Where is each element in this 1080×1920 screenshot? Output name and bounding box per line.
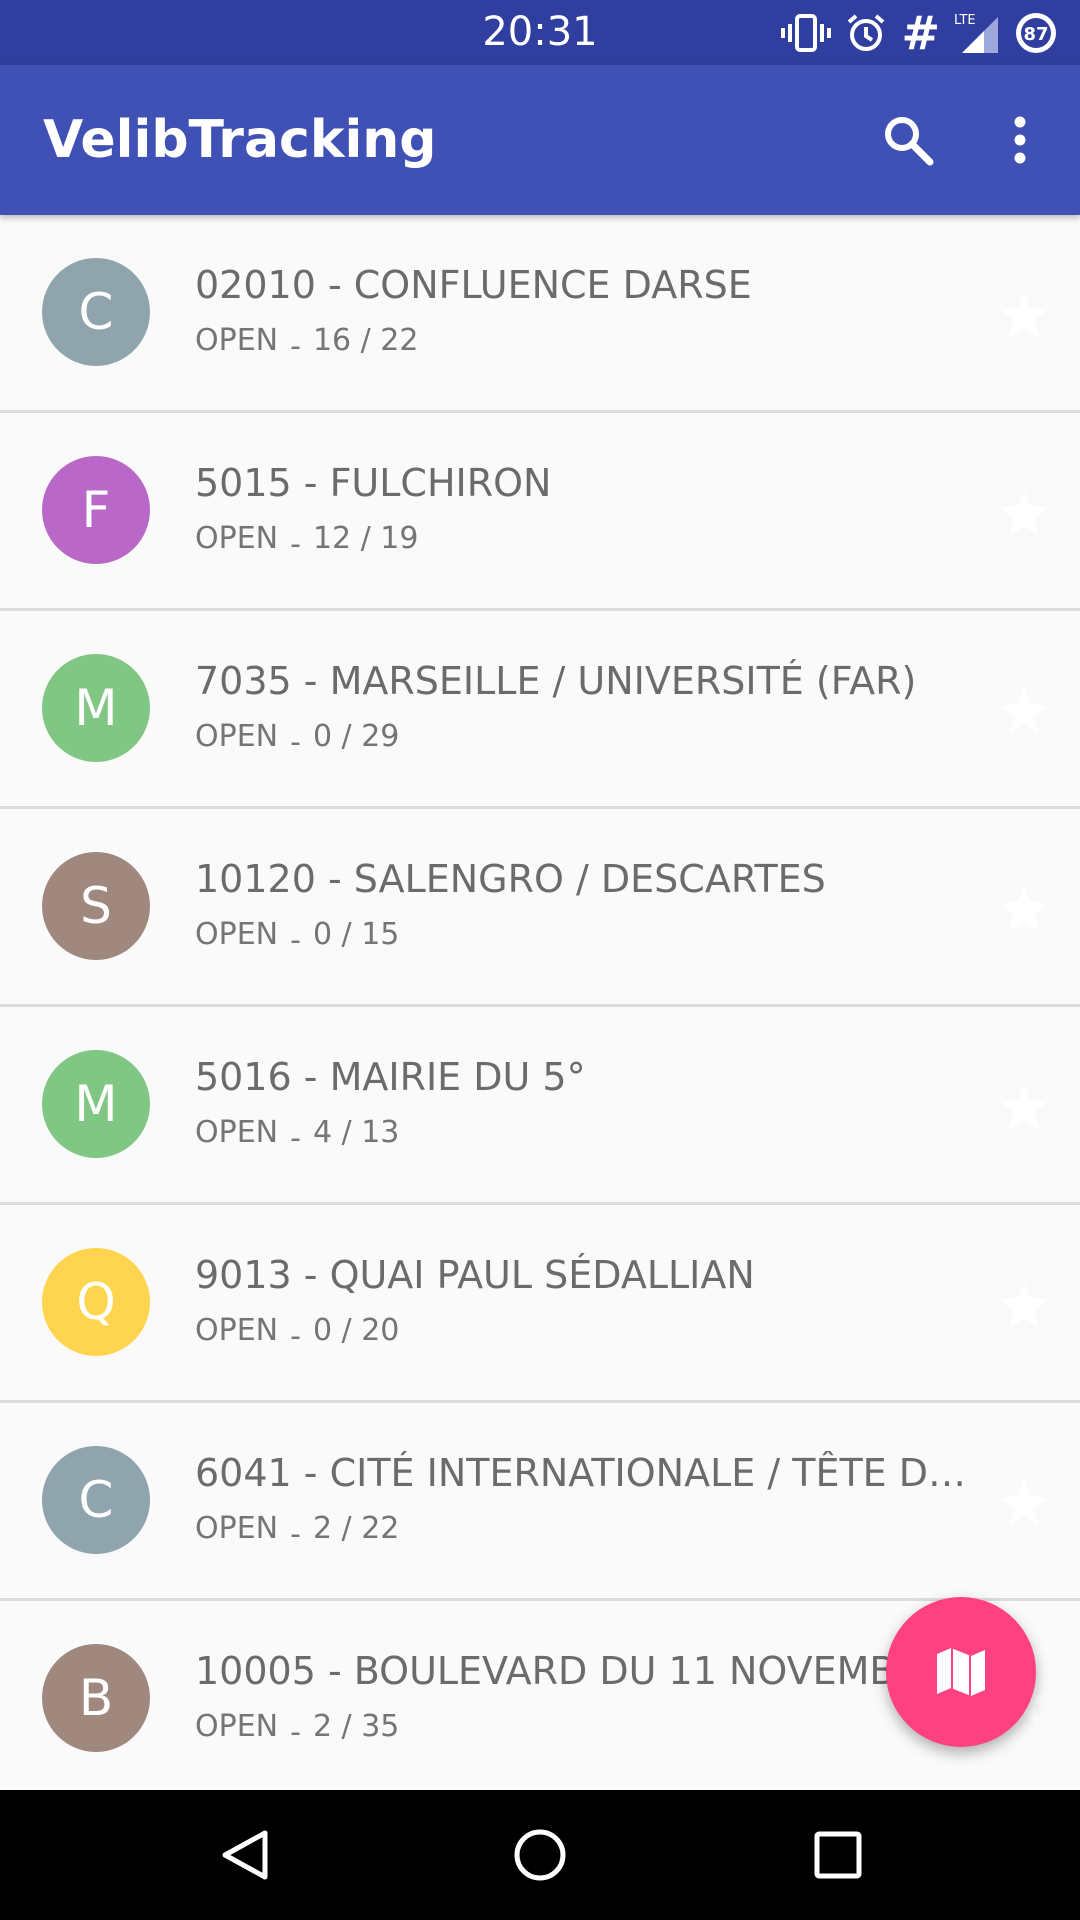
station-separator: - [290,1319,301,1354]
favorite-star-button[interactable] [996,882,1052,938]
app-bar: VelibTracking [0,65,1080,215]
app-title: VelibTracking [43,110,437,170]
station-subtitle: OPEN -2 / 35 [195,1709,399,1750]
status-icons: # LTE 87 [781,0,1058,65]
station-status: OPEN [195,521,279,556]
station-name: 7035 - MARSEILLE / UNIVERSITÉ (FAR) [195,659,917,703]
station-availability: 0 / 15 [312,917,400,952]
star-icon [1000,292,1048,337]
recents-button[interactable] [803,1820,873,1890]
favorite-star-button[interactable] [996,1080,1052,1136]
station-status: OPEN [195,1313,279,1348]
station-list: C 02010 - CONFLUENCE DARSE OPEN -16 / 22 … [0,215,1080,1799]
station-subtitle: OPEN -0 / 20 [195,1313,399,1354]
station-status: OPEN [195,1115,279,1150]
station-avatar: B [42,1644,150,1752]
station-avatar: M [42,1050,150,1158]
station-separator: - [290,923,301,958]
favorite-star-button[interactable] [996,288,1052,344]
star-icon [1000,688,1048,733]
station-subtitle: OPEN -0 / 15 [195,917,399,958]
station-availability: 4 / 13 [312,1115,400,1150]
station-availability: 16 / 22 [312,323,419,358]
station-avatar: C [42,1446,150,1554]
star-icon [1000,1480,1048,1525]
map-fab-button[interactable] [886,1597,1036,1747]
station-subtitle: OPEN -2 / 22 [195,1511,399,1552]
station-list-item[interactable]: F 5015 - FULCHIRON OPEN -12 / 19 [0,413,1080,611]
station-separator: - [290,1715,301,1750]
home-button[interactable] [505,1820,575,1890]
station-availability: 0 / 20 [312,1313,400,1348]
station-list-item[interactable]: C 02010 - CONFLUENCE DARSE OPEN -16 / 22 [0,215,1080,413]
station-list-item[interactable]: M 7035 - MARSEILLE / UNIVERSITÉ (FAR) OP… [0,611,1080,809]
station-subtitle: OPEN -0 / 29 [195,719,399,760]
station-status: OPEN [195,917,279,952]
station-name: 5015 - FULCHIRON [195,461,552,505]
station-status: OPEN [195,1511,279,1546]
home-circle-icon [514,1829,566,1881]
station-separator: - [290,329,301,364]
screen: 20:31 # LTE 87 VelibTracking C 02010 - C… [0,0,1080,1920]
network-type-label: LTE [954,13,976,28]
station-avatar: M [42,654,150,762]
station-status: OPEN [195,719,279,754]
station-status: OPEN [195,1709,279,1744]
station-name: 10120 - SALENGRO / DESCARTES [195,857,826,901]
station-separator: - [290,1121,301,1156]
station-status: OPEN [195,323,279,358]
station-separator: - [290,1517,301,1552]
station-list-item[interactable]: M 5016 - MAIRIE DU 5° OPEN -4 / 13 [0,1007,1080,1205]
station-name: 9013 - QUAI PAUL SÉDALLIAN [195,1253,755,1297]
station-subtitle: OPEN -16 / 22 [195,323,418,364]
navigation-bar [0,1790,1080,1920]
favorite-star-button[interactable] [996,1278,1052,1334]
status-bar: 20:31 # LTE 87 [0,0,1080,65]
station-subtitle: OPEN -12 / 19 [195,521,418,562]
map-icon [937,1648,985,1696]
station-separator: - [290,527,301,562]
back-button[interactable] [210,1820,280,1890]
star-icon [1000,886,1048,931]
star-icon [1000,1084,1048,1129]
station-name: 5016 - MAIRIE DU 5° [195,1055,586,1099]
station-subtitle: OPEN -4 / 13 [195,1115,399,1156]
station-availability: 2 / 22 [312,1511,400,1546]
station-list-item[interactable]: C 6041 - CITÉ INTERNATIONALE / TÊTE D'O.… [0,1403,1080,1601]
recents-square-icon [814,1831,862,1879]
station-availability: 2 / 35 [312,1709,400,1744]
station-availability: 12 / 19 [312,521,419,556]
search-button[interactable] [873,105,943,175]
star-icon [1000,490,1048,535]
overflow-menu-button[interactable] [985,105,1055,175]
alarm-icon [845,12,887,54]
station-name: 6041 - CITÉ INTERNATIONALE / TÊTE D'O... [195,1451,975,1495]
station-list-item[interactable]: Q 9013 - QUAI PAUL SÉDALLIAN OPEN -0 / 20 [0,1205,1080,1403]
station-name: 10005 - BOULEVARD DU 11 NOVEMBRE [195,1649,946,1693]
vibrate-icon [781,13,832,53]
favorite-star-button[interactable] [996,486,1052,542]
station-avatar: S [42,852,150,960]
station-availability: 0 / 29 [312,719,400,754]
station-avatar: Q [42,1248,150,1356]
station-name: 02010 - CONFLUENCE DARSE [195,263,752,307]
signal-icon: LTE [954,11,1000,55]
station-list-item[interactable]: S 10120 - SALENGRO / DESCARTES OPEN -0 / … [0,809,1080,1007]
favorite-star-button[interactable] [996,1476,1052,1532]
station-avatar: C [42,258,150,366]
station-separator: - [290,725,301,760]
search-icon [885,117,934,166]
battery-level: 87 [1023,24,1048,45]
hashtag-icon: # [901,5,940,60]
station-avatar: F [42,456,150,564]
more-vert-icon [1014,116,1026,164]
favorite-star-button[interactable] [996,684,1052,740]
star-icon [1000,1282,1048,1327]
back-triangle-icon [222,1830,268,1880]
battery-icon: 87 [1014,11,1058,55]
